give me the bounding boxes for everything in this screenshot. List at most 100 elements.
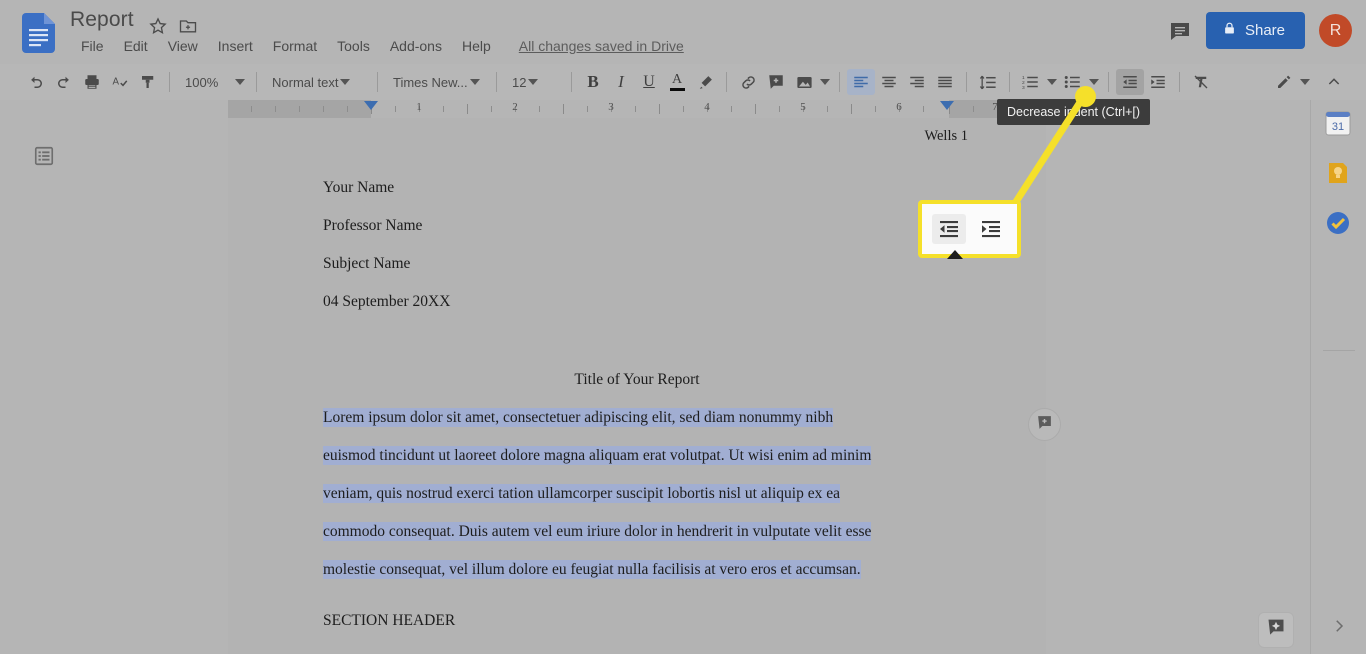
svg-text:2: 2 [1022, 80, 1025, 86]
font-size-selector[interactable]: 12 [504, 69, 564, 95]
image-icon[interactable] [790, 69, 818, 95]
document-outline-icon[interactable] [30, 142, 58, 170]
numbered-list-icon[interactable]: 1 2 3 [1017, 69, 1045, 95]
move-to-folder-icon[interactable] [178, 16, 198, 36]
align-right-icon[interactable] [903, 69, 931, 95]
google-docs-window: Report File Edit View Insert Format Tool… [0, 0, 1366, 654]
ruler-number-1: 1 [416, 101, 422, 113]
document-page[interactable]: Wells 1 Your Name Professor Name Subject… [228, 118, 1046, 654]
font-size-value: 12 [512, 74, 527, 90]
toolbar-divider [169, 72, 170, 92]
zoom-selector[interactable]: 100% [177, 69, 249, 95]
menu-help[interactable]: Help [452, 36, 501, 56]
callout-decrease-indent-icon[interactable] [931, 214, 966, 244]
running-header: Wells 1 [924, 128, 968, 144]
toolbar-divider [256, 72, 257, 92]
paragraph-style-selector[interactable]: Normal text [264, 69, 370, 95]
chevron-down-icon[interactable] [338, 72, 352, 92]
print-icon[interactable] [78, 69, 106, 95]
horizontal-ruler[interactable]: 1 2 3 4 5 6 7 [228, 100, 1046, 118]
toolbar-divider [839, 72, 840, 92]
doc-line-subject: Subject Name [323, 255, 411, 272]
callout-increase-indent-icon[interactable] [974, 214, 1008, 244]
toolbar-divider [966, 72, 967, 92]
zoom-value: 100% [185, 74, 219, 90]
doc-line-date: 04 September 20XX [323, 293, 451, 310]
toolbar-divider [1108, 72, 1109, 92]
align-justify-icon[interactable] [931, 69, 959, 95]
increase-indent-icon[interactable] [1144, 69, 1172, 95]
google-docs-logo [22, 13, 55, 53]
font-family-value: Times New... [393, 74, 468, 90]
image-options-chevron-down-icon[interactable] [818, 72, 832, 92]
ruler-number-4: 4 [704, 101, 710, 113]
ruler-number-6: 6 [896, 101, 902, 113]
font-family-selector[interactable]: Times New... [385, 69, 489, 95]
document-title[interactable]: Report [70, 8, 134, 32]
chevron-right-icon[interactable] [1325, 612, 1353, 640]
chevron-down-icon[interactable] [233, 72, 247, 92]
menu-view[interactable]: View [158, 36, 208, 56]
chevron-up-icon[interactable] [1320, 69, 1348, 95]
italic-button[interactable]: I [607, 69, 635, 95]
line-spacing-icon[interactable] [974, 69, 1002, 95]
spell-check-icon[interactable]: A [106, 69, 134, 95]
google-keep-icon[interactable] [1323, 158, 1353, 188]
right-side-panel: 31 [1310, 100, 1366, 654]
menu-file[interactable]: File [71, 36, 114, 56]
menu-edit[interactable]: Edit [114, 36, 158, 56]
avatar[interactable]: R [1319, 14, 1352, 47]
menu-format[interactable]: Format [263, 36, 327, 56]
left-indent-marker[interactable] [364, 101, 378, 110]
indent-buttons-callout [918, 200, 1021, 258]
save-status[interactable]: All changes saved in Drive [519, 38, 684, 54]
share-button-label: Share [1244, 22, 1285, 39]
right-rail-divider [1323, 350, 1355, 351]
menu-insert[interactable]: Insert [208, 36, 263, 56]
bold-label: B [587, 72, 599, 91]
redo-icon[interactable] [50, 69, 78, 95]
edit-mode-chevron-down-icon[interactable] [1298, 72, 1312, 92]
toolbar-divider [571, 72, 572, 92]
google-tasks-icon[interactable] [1323, 208, 1353, 238]
decrease-indent-icon[interactable] [1116, 69, 1144, 95]
google-calendar-icon[interactable]: 31 [1323, 108, 1353, 138]
paint-format-icon[interactable] [134, 69, 162, 95]
bold-button[interactable]: B [579, 69, 607, 95]
paragraph-line-5: molestie consequat, vel illum dolore eu … [323, 560, 861, 579]
chevron-down-icon[interactable] [468, 72, 482, 92]
app-header: Report File Edit View Insert Format Tool… [0, 0, 1366, 64]
document-canvas[interactable]: Wells 1 Your Name Professor Name Subject… [228, 118, 1046, 654]
doc-line-your-name: Your Name [323, 179, 395, 196]
paragraph-line-1: Lorem ipsum dolor sit amet, consectetuer… [323, 408, 834, 427]
doc-next-line-partial [323, 650, 327, 654]
menu-addons[interactable]: Add-ons [380, 36, 452, 56]
toolbar-divider [726, 72, 727, 92]
highlight-pen-icon[interactable] [691, 69, 719, 95]
ruler-bar: 1 2 3 4 5 6 7 [0, 100, 1366, 118]
numbered-list-chevron-down-icon[interactable] [1045, 72, 1059, 92]
chevron-down-icon[interactable] [526, 72, 540, 92]
underline-button[interactable]: U [635, 69, 663, 95]
clear-formatting-icon[interactable] [1187, 69, 1215, 95]
link-icon[interactable] [734, 69, 762, 95]
text-color-button[interactable]: A [663, 69, 691, 95]
explore-button[interactable] [1258, 612, 1294, 648]
formatting-toolbar: A 100% Normal text Times New... 12 B I U… [0, 64, 1366, 100]
paragraph-line-2: euismod tincidunt ut laoreet dolore magn… [323, 446, 872, 465]
toolbar-divider [496, 72, 497, 92]
ruler-number-3: 3 [608, 101, 614, 113]
share-button[interactable]: Share [1205, 12, 1305, 49]
menu-tools[interactable]: Tools [327, 36, 380, 56]
add-comment-icon[interactable] [762, 69, 790, 95]
right-indent-marker[interactable] [940, 101, 954, 110]
star-icon[interactable] [148, 16, 168, 36]
svg-text:3: 3 [1022, 85, 1025, 91]
align-left-icon[interactable] [847, 69, 875, 95]
floating-add-comment-button[interactable] [1028, 408, 1061, 441]
align-center-icon[interactable] [875, 69, 903, 95]
paragraph-style-value: Normal text [272, 74, 339, 90]
undo-icon[interactable] [22, 69, 50, 95]
comment-history-icon[interactable] [1168, 19, 1192, 43]
pencil-edit-icon[interactable] [1270, 69, 1298, 95]
